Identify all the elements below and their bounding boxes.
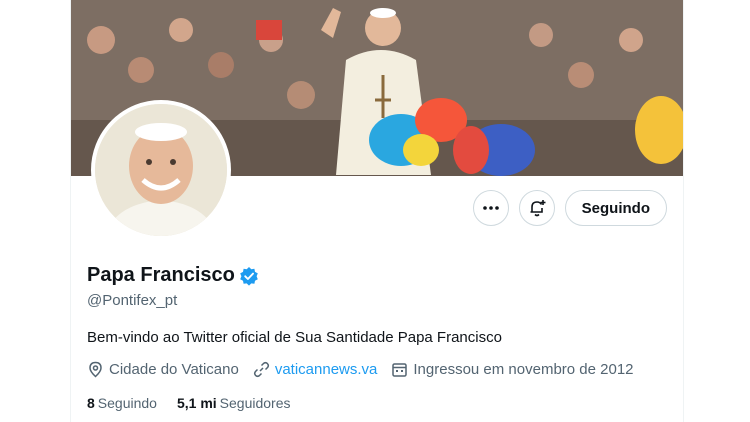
profile-bio: Bem-vindo ao Twitter oficial de Sua Sant… (87, 329, 502, 346)
followers-label: Seguidores (219, 395, 291, 411)
following-label: Seguindo (97, 395, 157, 411)
location-text: Cidade do Vaticano (109, 361, 239, 378)
user-handle: @Pontifex_pt (87, 292, 178, 309)
followers-stat[interactable]: 5,1 mi Seguidores (177, 395, 291, 411)
joined-item: Ingressou em novembro de 2012 (391, 361, 634, 378)
following-button[interactable]: Seguindo (564, 190, 667, 226)
profile-card: Seguindo Papa Francisco @Pontifex_pt Bem… (70, 0, 684, 422)
profile-avatar[interactable] (91, 100, 231, 240)
website-link[interactable]: vaticannews.va (275, 361, 378, 378)
location-pin-icon (89, 361, 102, 378)
profile-actions: Seguindo (472, 190, 667, 226)
name-row: Papa Francisco (87, 264, 259, 287)
joined-text: Ingressou em novembro de 2012 (413, 361, 634, 378)
profile-meta: Cidade do Vaticano vaticannews.va Ingres… (87, 361, 634, 378)
following-count: 8 (87, 395, 95, 411)
calendar-icon (392, 363, 408, 377)
link-icon (253, 361, 269, 378)
more-options-button[interactable] (472, 190, 509, 226)
following-stat[interactable]: 8 Seguindo (87, 395, 157, 411)
notifications-button[interactable] (518, 190, 555, 226)
display-name: Papa Francisco (87, 264, 235, 286)
bell-plus-icon (530, 200, 546, 217)
avatar-photo (95, 104, 227, 236)
verified-badge-icon[interactable] (239, 266, 259, 286)
website-item[interactable]: vaticannews.va (253, 361, 378, 378)
follow-stats: 8 Seguindo 5,1 mi Seguidores (87, 395, 291, 411)
more-icon (482, 206, 499, 210)
location-item: Cidade do Vaticano (87, 361, 239, 378)
followers-count: 5,1 mi (176, 395, 217, 411)
